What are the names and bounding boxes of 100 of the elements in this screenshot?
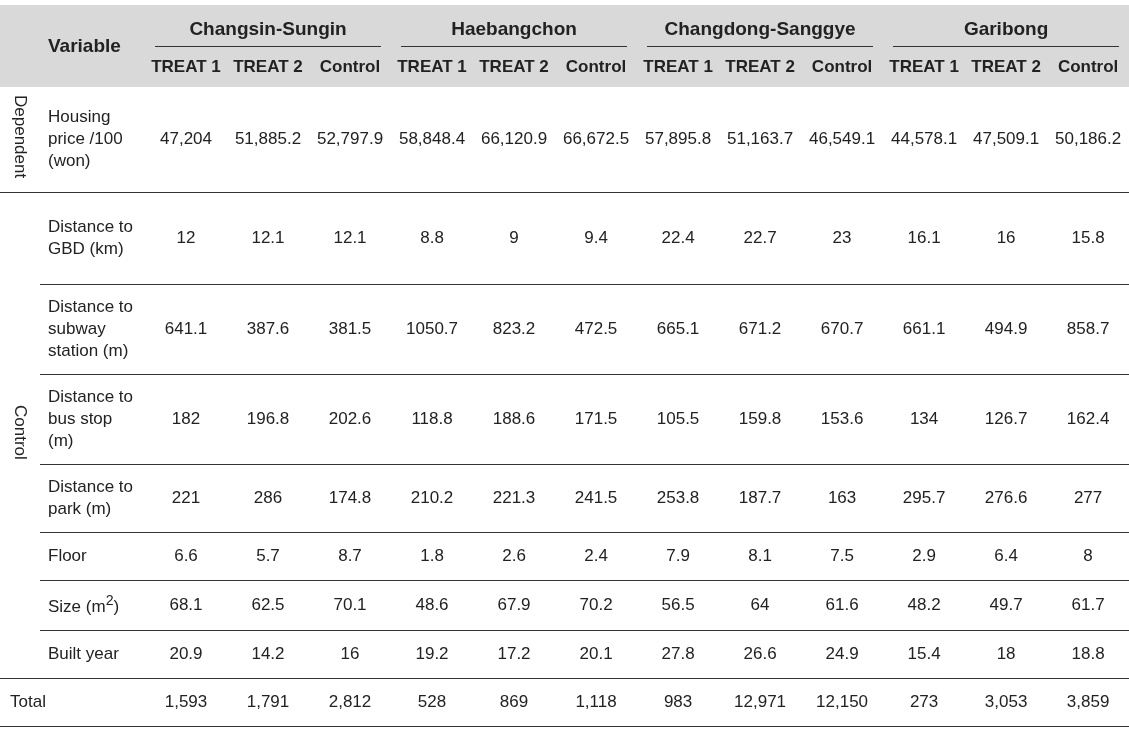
column-header: Control xyxy=(565,57,627,76)
table-cell: 295.7 xyxy=(902,488,946,507)
table-cell: 1,791 xyxy=(246,692,290,711)
table-cell: 202.6 xyxy=(328,409,372,428)
table-cell: 286 xyxy=(253,488,283,507)
row-label: Size (m$^{2}$) xyxy=(48,597,120,617)
table-cell: 2,812 xyxy=(328,692,372,711)
table-cell: 528 xyxy=(417,692,447,711)
table-cell: 126.7 xyxy=(984,409,1028,428)
table-cell: 51,885.2 xyxy=(234,129,302,149)
group-header: Haebangchon xyxy=(451,18,577,39)
group-header: Changsin-Sungin xyxy=(189,18,347,39)
table-cell: 641.1 xyxy=(164,319,208,338)
table-cell: 671.2 xyxy=(738,319,782,338)
table-cell: 57,895.8 xyxy=(644,129,712,149)
column-header: TREAT 1 xyxy=(889,57,959,76)
table-cell: 22.4 xyxy=(661,228,695,247)
table-cell: 14.2 xyxy=(251,644,285,663)
table-cell: 6.4 xyxy=(994,546,1018,565)
table-cell: 15.8 xyxy=(1071,228,1105,247)
table-cell: 27.8 xyxy=(661,644,695,663)
table-cell: 70.1 xyxy=(333,595,367,614)
section-label: Control xyxy=(10,405,30,460)
table-cell: 8.8 xyxy=(420,228,444,247)
table-cell: 3,859 xyxy=(1066,692,1110,711)
column-header: TREAT 1 xyxy=(397,57,467,76)
row-label: Distance to park (m) xyxy=(48,476,134,518)
table-cell: 66,672.5 xyxy=(562,129,630,149)
row-label: Distance to GBD (km) xyxy=(48,216,134,258)
column-header: Control xyxy=(1057,57,1119,76)
table-cell: 23 xyxy=(832,228,852,247)
table-cell: 52,797.9 xyxy=(316,129,384,149)
table-cell: 24.9 xyxy=(825,644,859,663)
table-cell: 188.6 xyxy=(492,409,536,428)
table-cell: 494.9 xyxy=(984,319,1028,338)
table-cell: 7.9 xyxy=(666,546,690,565)
table-cell: 273 xyxy=(909,692,939,711)
table-cell: 3,053 xyxy=(984,692,1028,711)
table-cell: 2.4 xyxy=(584,546,608,565)
row-label: Distance to bus stop (m) xyxy=(48,386,134,451)
table-cell: 68.1 xyxy=(169,595,203,614)
column-header: TREAT 1 xyxy=(643,57,713,76)
table-cell: 19.2 xyxy=(415,644,449,663)
column-header: TREAT 2 xyxy=(233,57,303,76)
table-cell: 51,163.7 xyxy=(726,129,794,149)
table-cell: 171.5 xyxy=(574,409,618,428)
table-cell: 241.5 xyxy=(574,488,618,507)
table-cell: 15.4 xyxy=(907,644,941,663)
table-cell: 50,186.2 xyxy=(1055,129,1122,149)
table-cell: 153.6 xyxy=(820,409,864,428)
table-cell: 16 xyxy=(996,228,1016,247)
table-cell: 118.8 xyxy=(411,409,453,428)
table-cell: 163 xyxy=(827,488,857,507)
table-cell: 6.6 xyxy=(174,546,198,565)
table-cell: 17.2 xyxy=(497,644,531,663)
table-cell: 665.1 xyxy=(656,319,700,338)
table-cell: 12,150 xyxy=(816,692,869,711)
table-cell: 187.7 xyxy=(738,488,782,507)
table-cell: 1,118 xyxy=(575,692,617,711)
table-cell: 44,578.1 xyxy=(891,129,958,149)
row-label: Distance to subway station (m) xyxy=(48,296,134,361)
column-header: TREAT 2 xyxy=(479,57,549,76)
row-label: Floor xyxy=(48,545,87,565)
table-cell: 26.6 xyxy=(743,644,777,663)
table-cell: 49.7 xyxy=(989,595,1023,614)
table-cell: 12,971 xyxy=(734,692,787,711)
table-cell: 46,549.1 xyxy=(809,129,876,149)
table-cell: 253.8 xyxy=(656,488,700,507)
column-header: TREAT 1 xyxy=(151,57,221,76)
table-cell: 1.8 xyxy=(420,546,444,565)
table-cell: 58,848.4 xyxy=(398,129,466,149)
column-header: Variable xyxy=(48,35,121,56)
table-cell: 174.8 xyxy=(328,488,372,507)
table-cell: 56.5 xyxy=(661,595,695,614)
table-cell: 22.7 xyxy=(743,228,777,247)
table-cell: 62.5 xyxy=(251,595,285,614)
column-header: Control xyxy=(319,57,381,76)
table-cell: 858.7 xyxy=(1066,319,1110,338)
table-cell: 48.6 xyxy=(415,595,449,614)
table-cell: 210.2 xyxy=(410,488,454,507)
table-cell: 2.9 xyxy=(912,546,936,565)
table-cell: 823.2 xyxy=(492,319,536,338)
table-cell: 105.5 xyxy=(656,409,700,428)
group-header: Garibong xyxy=(963,18,1049,39)
table-cell: 47,204 xyxy=(160,129,212,149)
table-cell: 20.9 xyxy=(169,644,203,663)
table-cell: 221 xyxy=(171,488,201,507)
table-cell: 196.8 xyxy=(246,409,290,428)
table-cell: 277 xyxy=(1073,488,1103,507)
column-header: Control xyxy=(811,57,873,76)
table-cell: 869 xyxy=(499,692,529,711)
table-cell: 61.6 xyxy=(825,595,859,614)
table-cell: 9 xyxy=(509,228,519,247)
group-header: Changdong-Sanggye xyxy=(664,18,856,39)
table-cell: 381.5 xyxy=(328,319,372,338)
table-cell: 66,120.9 xyxy=(480,129,548,149)
table-cell: 387.6 xyxy=(246,319,290,338)
column-header: TREAT 2 xyxy=(971,57,1041,76)
table-cell: 16.1 xyxy=(907,228,941,247)
table-cell: 16 xyxy=(340,644,360,663)
